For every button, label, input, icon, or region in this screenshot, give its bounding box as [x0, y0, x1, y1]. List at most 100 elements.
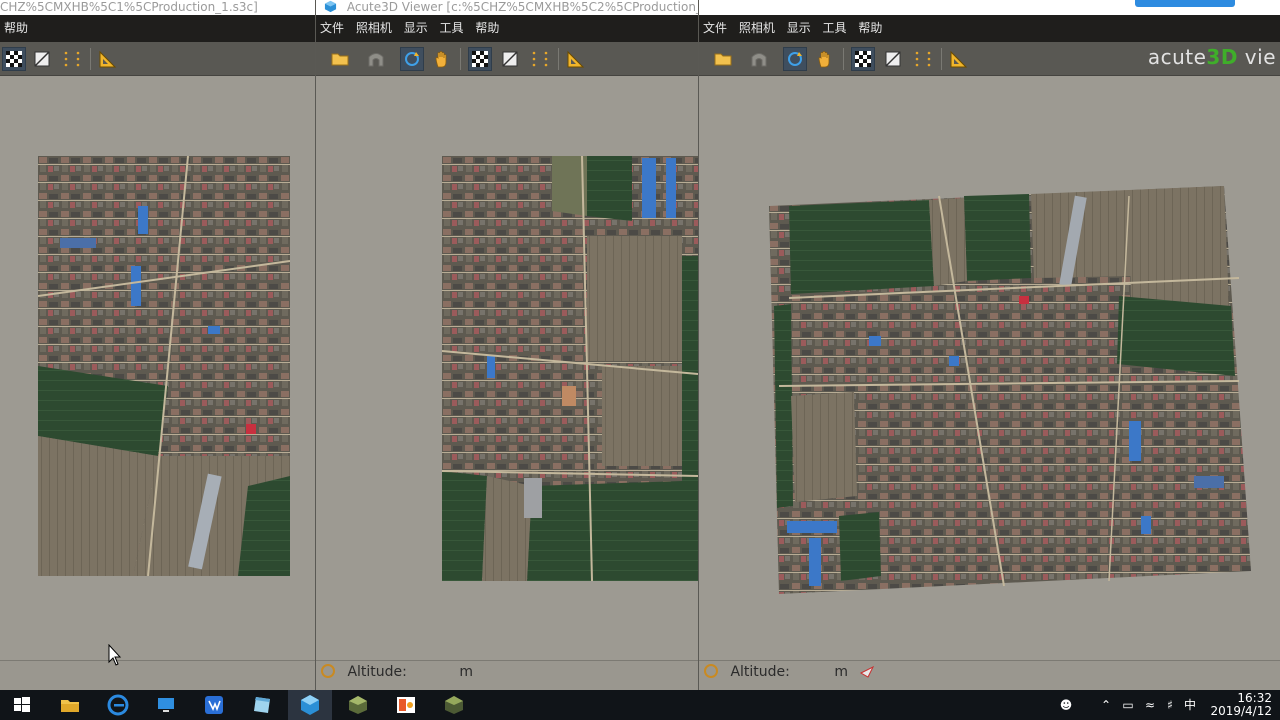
clock-date: 2019/4/12 — [1210, 704, 1272, 718]
app-window-icon[interactable] — [250, 693, 274, 717]
pan-button[interactable] — [430, 47, 454, 71]
acute3d-cube-icon — [301, 695, 319, 715]
wireframe-button[interactable] — [881, 47, 905, 71]
hand-icon — [435, 51, 447, 68]
taskbar: ☻ ⌃ ▭ ≈ ♯ 中 16:32 2019/4/12 — [0, 690, 1280, 720]
3d-viewport[interactable] — [699, 76, 1280, 660]
checker-texture-button[interactable] — [2, 47, 26, 71]
orbit-icon — [405, 52, 419, 66]
altitude-unit: m — [834, 664, 848, 680]
toolbar — [0, 42, 315, 76]
menu-file[interactable]: 文件 — [320, 15, 344, 42]
wireframe-button[interactable] — [498, 47, 522, 71]
altitude-unit: m — [459, 664, 473, 680]
3d-app-icon[interactable] — [346, 693, 370, 717]
checker-texture-button[interactable] — [851, 47, 875, 71]
edge-browser-icon[interactable] — [106, 693, 130, 717]
open-folder-button[interactable] — [711, 47, 735, 71]
home-view-button[interactable] — [747, 47, 771, 71]
orbit-icon — [788, 52, 802, 66]
status-bar — [0, 660, 315, 690]
status-bar: Altitude: m — [316, 660, 698, 690]
toolbar-separator — [558, 48, 559, 70]
menu-camera[interactable]: 照相机 — [739, 15, 775, 42]
menu-display[interactable]: 显示 — [787, 15, 811, 42]
home-view-button[interactable] — [364, 47, 388, 71]
toolbar-separator — [843, 48, 844, 70]
points-icon — [532, 51, 548, 67]
menu-tools[interactable]: 工具 — [823, 15, 847, 42]
notification-pill[interactable] — [1135, 0, 1235, 7]
checker-icon — [855, 51, 871, 67]
menu-bar: 文件 照相机 显示 工具 帮助 — [699, 15, 1280, 42]
chevron-up-icon[interactable]: ⌃ — [1098, 697, 1114, 713]
title-bar[interactable]: CHZ%5CMXHB%5C1%5CProduction_1.s3c] — [0, 0, 315, 15]
status-bar: Altitude: m — [699, 660, 1280, 690]
points-icon — [915, 51, 931, 67]
hand-icon — [818, 51, 830, 68]
menu-help[interactable]: 帮助 — [4, 15, 28, 42]
points-button[interactable] — [528, 47, 552, 71]
orbit-button[interactable] — [783, 47, 807, 71]
altitude-label: Altitude: — [730, 664, 790, 680]
menu-file[interactable]: 文件 — [703, 15, 727, 42]
measure-button[interactable] — [96, 47, 120, 71]
menu-tools[interactable]: 工具 — [440, 15, 464, 42]
menu-bar: 帮助 — [0, 15, 315, 42]
pan-button[interactable] — [813, 47, 837, 71]
file-explorer-icon[interactable] — [58, 693, 82, 717]
window-title: Acute3D Viewer [c:%5CHZ%5CMXHB%5C2%5CPro… — [346, 0, 698, 14]
acute3d-viewer-taskbar-button[interactable] — [288, 690, 332, 720]
ruler-triangle-icon — [567, 50, 585, 68]
aerial-model-1[interactable] — [38, 156, 290, 576]
clock[interactable]: 16:32 2019/4/12 — [1210, 692, 1272, 718]
window-title: CHZ%5CMXHB%5C1%5CProduction_1.s3c] — [0, 0, 258, 14]
toolbar-separator — [941, 48, 942, 70]
3d-viewport[interactable] — [316, 76, 698, 660]
menu-bar: 文件 照相机 显示 工具 帮助 — [316, 15, 698, 42]
viewer-window-2[interactable]: Acute3D Viewer [c:%5CHZ%5CMXHB%5C2%5CPro… — [316, 0, 699, 690]
toolbar-separator — [460, 48, 461, 70]
3d-viewport[interactable] — [0, 76, 315, 660]
wireframe-icon — [885, 51, 901, 67]
measure-button[interactable] — [564, 47, 588, 71]
aerial-model-2[interactable] — [442, 156, 698, 581]
office-app-icon[interactable] — [394, 693, 418, 717]
home-arch-icon — [751, 53, 767, 67]
open-folder-button[interactable] — [328, 47, 352, 71]
folder-icon — [714, 53, 732, 66]
3d-app-secondary-icon[interactable] — [442, 693, 466, 717]
wireframe-icon — [502, 51, 518, 67]
ruler-triangle-icon — [99, 50, 117, 68]
remote-desktop-icon[interactable] — [154, 693, 178, 717]
points-button[interactable] — [911, 47, 935, 71]
menu-display[interactable]: 显示 — [404, 15, 428, 42]
orbit-button[interactable] — [400, 47, 424, 71]
menu-camera[interactable]: 照相机 — [356, 15, 392, 42]
checker-texture-button[interactable] — [468, 47, 492, 71]
aerial-model-3[interactable] — [769, 186, 1253, 596]
compass-arrow-icon — [860, 666, 875, 678]
wireframe-icon — [34, 51, 50, 67]
windows-start-icon[interactable] — [10, 693, 34, 717]
wifi-icon[interactable]: ≈ — [1142, 697, 1158, 713]
app-cube-icon — [324, 0, 337, 13]
people-icon[interactable]: ☻ — [1058, 697, 1074, 713]
toolbar — [316, 42, 698, 76]
viewer-window-3[interactable]: 文件 照相机 显示 工具 帮助 acute3D vie Altitude: m — [699, 0, 1280, 690]
menu-help[interactable]: 帮助 — [858, 15, 882, 42]
volume-muted-icon[interactable]: ♯ — [1162, 697, 1178, 713]
ime-indicator[interactable]: 中 — [1182, 697, 1198, 713]
battery-icon[interactable]: ▭ — [1120, 697, 1136, 713]
title-bar[interactable]: Acute3D Viewer [c:%5CHZ%5CMXHB%5C2%5CPro… — [316, 0, 698, 15]
checker-icon — [6, 51, 22, 67]
wireframe-button[interactable] — [30, 47, 54, 71]
points-button[interactable] — [60, 47, 84, 71]
acute3d-logo: acute3D vie — [1147, 45, 1276, 69]
menu-help[interactable]: 帮助 — [475, 15, 499, 42]
wechat-work-icon[interactable] — [202, 693, 226, 717]
viewer-window-1[interactable]: CHZ%5CMXHB%5C1%5CProduction_1.s3c] 帮助 — [0, 0, 316, 690]
altitude-label: Altitude: — [347, 664, 407, 680]
checker-icon — [472, 51, 488, 67]
measure-button[interactable] — [947, 47, 971, 71]
